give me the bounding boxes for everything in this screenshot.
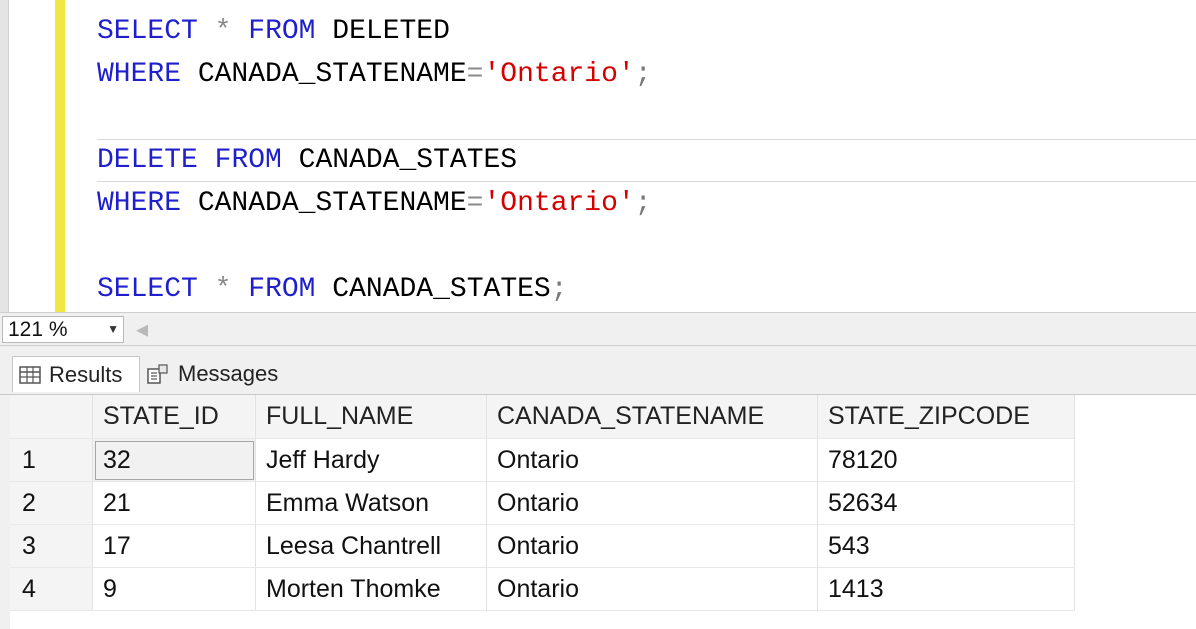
change-tracking-bar bbox=[55, 0, 65, 312]
grid-cell[interactable]: Morten Thomke bbox=[255, 567, 487, 611]
code-line[interactable]: DELETE FROM CANADA_STATES bbox=[97, 139, 1196, 182]
column-header[interactable]: STATE_ZIPCODE bbox=[817, 395, 1075, 439]
row-number[interactable]: 3 bbox=[10, 524, 93, 568]
grid-cell[interactable]: Jeff Hardy bbox=[255, 438, 487, 482]
tab-results[interactable]: Results bbox=[12, 356, 140, 392]
sql-keyword: DELETE bbox=[97, 145, 198, 176]
tab-results-label: Results bbox=[49, 361, 123, 387]
editor-status-bar: 121 % ▼ ◂ bbox=[0, 312, 1196, 346]
grid-cell[interactable]: Ontario bbox=[486, 438, 818, 482]
sql-keyword: FROM bbox=[214, 145, 282, 176]
table-row[interactable]: 2 21 Emma Watson Ontario 52634 bbox=[10, 481, 1075, 525]
sql-token: CANADA_STATENAME bbox=[181, 59, 467, 90]
grid-cell[interactable]: 52634 bbox=[817, 481, 1075, 525]
table-row[interactable]: 1 32 Jeff Hardy Ontario 78120 bbox=[10, 438, 1075, 482]
chevron-down-icon: ▼ bbox=[107, 322, 119, 336]
code-line[interactable]: WHERE CANADA_STATENAME='Ontario'; bbox=[97, 53, 652, 96]
sql-token: CANADA_STATENAME bbox=[181, 188, 467, 219]
sql-keyword: FROM bbox=[248, 274, 316, 305]
grid-cell[interactable]: 78120 bbox=[817, 438, 1075, 482]
sql-token: ; bbox=[634, 188, 652, 219]
code-area[interactable]: SELECT * FROM DELETED WHERE CANADA_STATEN… bbox=[97, 10, 1196, 311]
sql-keyword: FROM bbox=[248, 16, 316, 47]
sql-string: 'Ontario' bbox=[483, 188, 635, 219]
sql-token: = bbox=[466, 188, 484, 219]
sql-keyword: WHERE bbox=[97, 59, 182, 90]
editor-margin bbox=[0, 0, 9, 312]
table-row[interactable]: 3 17 Leesa Chantrell Ontario 543 bbox=[10, 524, 1075, 568]
results-grid[interactable]: STATE_ID FULL_NAME CANADA_STATENAME STAT… bbox=[10, 395, 1075, 611]
row-number[interactable]: 2 bbox=[10, 481, 93, 525]
zoom-dropdown[interactable]: 121 % ▼ bbox=[2, 316, 124, 343]
grid-cell[interactable]: 9 bbox=[92, 567, 256, 611]
tab-messages[interactable]: Messages bbox=[146, 356, 278, 392]
sql-string: 'Ontario' bbox=[483, 59, 635, 90]
scroll-left-icon[interactable]: ◂ bbox=[136, 315, 148, 344]
tab-messages-label: Messages bbox=[178, 361, 279, 386]
row-number[interactable]: 1 bbox=[10, 438, 93, 482]
code-line[interactable] bbox=[97, 225, 652, 268]
sql-token: DELETED bbox=[315, 16, 450, 47]
sql-token: CANADA_STATES bbox=[315, 274, 551, 305]
code-line[interactable]: SELECT * FROM CANADA_STATES; bbox=[97, 268, 652, 311]
result-tabs: Results Messages bbox=[0, 346, 1196, 394]
grid-cell[interactable]: 1413 bbox=[817, 567, 1075, 611]
table-row[interactable]: 4 9 Morten Thomke Ontario 1413 bbox=[10, 567, 1075, 611]
grid-icon bbox=[19, 365, 41, 384]
sql-editor[interactable]: SELECT * FROM DELETED WHERE CANADA_STATEN… bbox=[0, 0, 1196, 312]
grid-cell[interactable]: Ontario bbox=[486, 567, 818, 611]
grid-header-row: STATE_ID FULL_NAME CANADA_STATENAME STAT… bbox=[10, 395, 1075, 439]
grid-cell[interactable]: Ontario bbox=[486, 524, 818, 568]
zoom-value: 121 % bbox=[8, 318, 68, 341]
sql-token: ; bbox=[550, 274, 568, 305]
grid-cell[interactable]: 543 bbox=[817, 524, 1075, 568]
sql-token: CANADA_STATES bbox=[281, 145, 518, 176]
code-line[interactable]: WHERE CANADA_STATENAME='Ontario'; bbox=[97, 182, 652, 225]
grid-cell[interactable]: Emma Watson bbox=[255, 481, 487, 525]
grid-cell[interactable]: 17 bbox=[92, 524, 256, 568]
code-line[interactable]: SELECT * FROM DELETED bbox=[97, 10, 652, 53]
sql-keyword: SELECT bbox=[97, 274, 198, 305]
sql-token: ; bbox=[634, 59, 652, 90]
grid-cell[interactable]: 32 bbox=[92, 438, 256, 482]
column-header[interactable]: FULL_NAME bbox=[255, 395, 487, 439]
sql-keyword: WHERE bbox=[97, 188, 182, 219]
grid-left-edge bbox=[0, 395, 10, 629]
corner-header[interactable] bbox=[10, 395, 93, 439]
column-header[interactable]: CANADA_STATENAME bbox=[486, 395, 818, 439]
sql-token: * bbox=[214, 274, 232, 305]
row-number[interactable]: 4 bbox=[10, 567, 93, 611]
sql-token: = bbox=[466, 59, 484, 90]
grid-cell[interactable]: Leesa Chantrell bbox=[255, 524, 487, 568]
sql-token: * bbox=[214, 16, 232, 47]
messages-icon bbox=[147, 364, 168, 384]
grid-cell[interactable]: 21 bbox=[92, 481, 256, 525]
grid-cell[interactable]: Ontario bbox=[486, 481, 818, 525]
column-header[interactable]: STATE_ID bbox=[92, 395, 256, 439]
sql-keyword: SELECT bbox=[97, 16, 198, 47]
results-grid-area: STATE_ID FULL_NAME CANADA_STATENAME STAT… bbox=[0, 394, 1196, 629]
code-line[interactable] bbox=[97, 96, 652, 139]
